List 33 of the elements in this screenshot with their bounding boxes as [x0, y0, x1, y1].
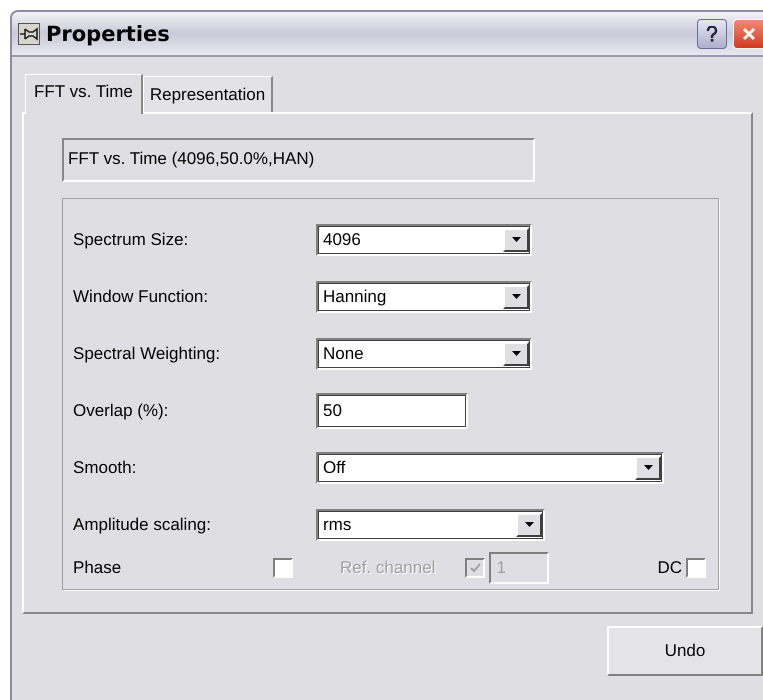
app-icon [18, 22, 40, 44]
input-field[interactable]: 50 [316, 392, 468, 428]
setting-label: Smooth: [73, 458, 138, 478]
window-title: Properties [46, 22, 170, 46]
tab[interactable]: Representation [142, 76, 274, 112]
setting-label: Amplitude scaling: [73, 514, 212, 534]
dropdown[interactable]: 4096 [316, 224, 532, 256]
phase-label: Phase [73, 558, 122, 578]
close-button[interactable] [733, 18, 763, 48]
dc-label: DC [657, 558, 682, 578]
caret-icon [512, 294, 520, 299]
tab[interactable]: FFT vs. Time [25, 74, 143, 114]
phase-checkbox[interactable] [273, 558, 293, 578]
check-icon [468, 562, 482, 574]
dropdown[interactable]: None [316, 338, 532, 370]
dropdown[interactable]: rms [316, 508, 545, 540]
dropdown[interactable]: Off [316, 452, 664, 484]
setting-label: Spectral Weighting: [73, 344, 222, 364]
undo-button[interactable]: Undo [607, 626, 763, 676]
question-icon [705, 26, 719, 42]
caret-icon [644, 465, 652, 470]
close-icon [740, 26, 756, 42]
caret-icon [512, 351, 520, 356]
setting-label: Spectrum Size: [73, 230, 190, 250]
setting-label: Window Function: [73, 286, 210, 306]
help-button[interactable] [697, 18, 727, 48]
dropdown[interactable]: Hanning [316, 280, 532, 312]
caret-icon [512, 237, 520, 242]
dc-checkbox[interactable] [686, 558, 706, 578]
setting-label: Overlap (%): [73, 400, 170, 420]
ref-channel-label: Ref. channel [340, 558, 436, 578]
summary-field: FFT vs. Time (4096,50.0%,HAN) [62, 138, 535, 182]
caret-icon [524, 522, 534, 527]
